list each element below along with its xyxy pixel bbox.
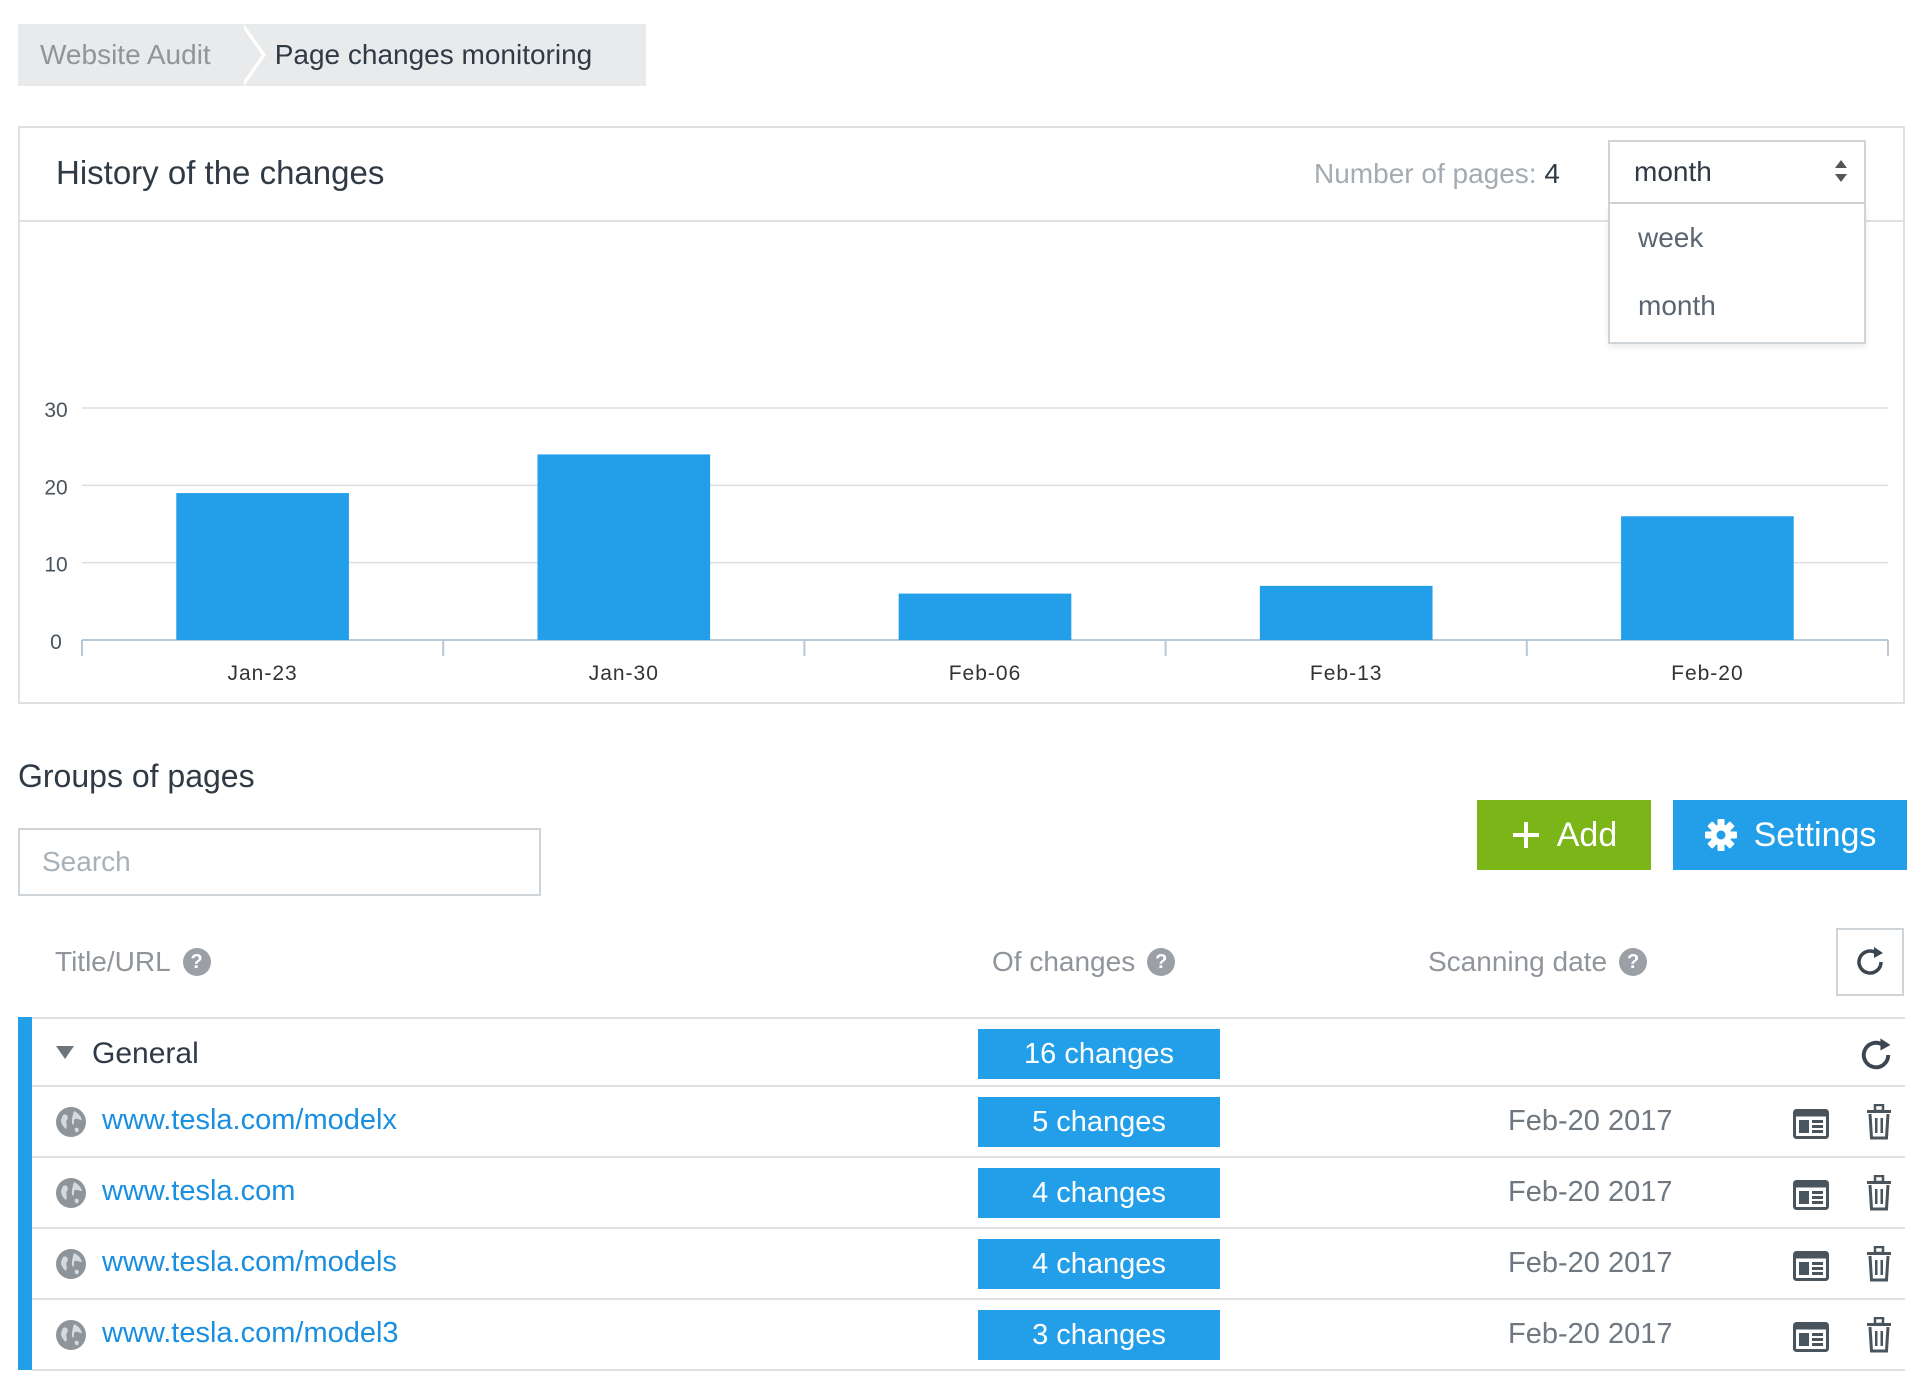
report-icon[interactable] [1793,1251,1829,1281]
settings-button-label: Settings [1753,815,1877,854]
trash-icon[interactable] [1866,1175,1892,1211]
page-url-link[interactable]: www.tesla.com/model3 [102,1317,399,1350]
page-changes-badge[interactable]: 5 changes [978,1097,1220,1147]
groups-title: Groups of pages [18,758,255,794]
group-name: General [92,1037,199,1070]
gear-icon [1704,819,1737,851]
table-row: www.tesla.com/modelx 5 changes Feb-20 20… [32,1087,1905,1158]
pages-count: Number of pages: 4 [1314,158,1560,190]
page-url-link[interactable]: www.tesla.com [102,1175,295,1208]
trash-icon[interactable] [1866,1104,1892,1140]
question-icon[interactable]: ? [182,948,211,976]
refresh-all-button[interactable] [1836,928,1904,996]
chart-bar [537,454,711,640]
scanning-date: Feb-20 2017 [1508,1247,1673,1279]
chart-bar [176,493,349,640]
x-tick-label: Feb-13 [1310,662,1383,685]
globe-icon [56,1107,86,1137]
group-accent-bar [18,1017,32,1370]
period-select[interactable]: month [1608,140,1866,204]
period-dropdown-menu: week month [1608,204,1866,344]
x-tick-label: Feb-20 [1671,662,1744,685]
settings-button[interactable]: Settings [1673,800,1907,870]
y-tick-label: 30 [44,399,67,422]
question-icon[interactable]: ? [1619,948,1648,976]
x-tick-label: Jan-30 [589,662,659,685]
column-header-changes: Of changes ? [992,946,1176,978]
pages-count-value: 4 [1544,158,1560,189]
group-changes-badge[interactable]: 16 changes [978,1029,1220,1079]
question-icon[interactable]: ? [1147,948,1176,976]
report-icon[interactable] [1793,1322,1829,1352]
scanning-date: Feb-20 2017 [1508,1105,1673,1137]
search-input[interactable] [18,828,541,896]
pages-count-label: Number of pages: [1314,158,1537,189]
table-row: www.tesla.com 4 changes Feb-20 2017 [32,1158,1905,1229]
add-button-label: Add [1556,815,1618,854]
globe-icon [56,1249,86,1279]
page-url-link[interactable]: www.tesla.com/models [102,1246,397,1279]
select-arrows-icon [1834,158,1848,186]
history-title: History of the changes [56,154,385,191]
trash-icon[interactable] [1866,1317,1892,1353]
page-changes-badge[interactable]: 4 changes [978,1168,1220,1218]
period-option-week[interactable]: week [1610,204,1864,272]
add-button[interactable]: Add [1477,800,1651,870]
chart-bar [898,593,1072,640]
chart-bar [1621,516,1794,640]
history-panel-header: History of the changes Number of pages: … [20,128,1903,344]
scanning-date: Feb-20 2017 [1508,1318,1673,1350]
page-changes-badge[interactable]: 4 changes [978,1239,1220,1289]
period-option-month[interactable]: month [1610,272,1864,340]
x-tick-label: Jan-23 [227,662,297,685]
report-icon[interactable] [1793,1180,1829,1210]
x-tick-label: Feb-06 [949,662,1022,685]
globe-icon [56,1320,86,1350]
page-root: Website Audit Page changes monitoring Hi… [0,0,1918,1387]
history-panel: History of the changes Number of pages: … [18,126,1905,704]
column-title-url-label: Title/URL [55,946,171,977]
column-scanning-date-label: Scanning date [1428,946,1608,977]
y-tick-label: 20 [44,476,67,499]
trash-icon[interactable] [1866,1246,1892,1282]
scanning-date: Feb-20 2017 [1508,1176,1673,1208]
refresh-icon[interactable] [1856,1035,1896,1075]
period-select-value: month [1634,156,1712,187]
globe-icon [56,1178,86,1208]
caret-down-icon[interactable] [56,1046,74,1059]
table-row: www.tesla.com/models 4 changes Feb-20 20… [32,1229,1905,1300]
column-header-title-url: Title/URL ? [55,946,211,978]
group-row-general[interactable]: General 16 changes [32,1017,1905,1087]
page-changes-badge[interactable]: 3 changes [978,1310,1220,1360]
chart-bar [1259,585,1433,640]
plus-icon [1512,822,1539,848]
column-changes-label: Of changes [992,946,1136,977]
y-tick-label: 0 [50,631,62,654]
page-url-link[interactable]: www.tesla.com/modelx [102,1104,397,1137]
column-header-scanning-date: Scanning date ? [1428,946,1648,978]
breadcrumb-website-audit[interactable]: Website Audit [18,24,251,86]
report-icon[interactable] [1793,1109,1829,1139]
pages-table: General 16 changes www.tesla.com/modelx … [18,1017,1905,1371]
table-row: www.tesla.com/model3 3 changes Feb-20 20… [32,1300,1905,1371]
breadcrumb: Website Audit Page changes monitoring [18,24,646,86]
refresh-icon [1857,947,1883,975]
breadcrumb-current: Page changes monitoring [274,39,593,70]
y-tick-label: 10 [44,554,67,577]
